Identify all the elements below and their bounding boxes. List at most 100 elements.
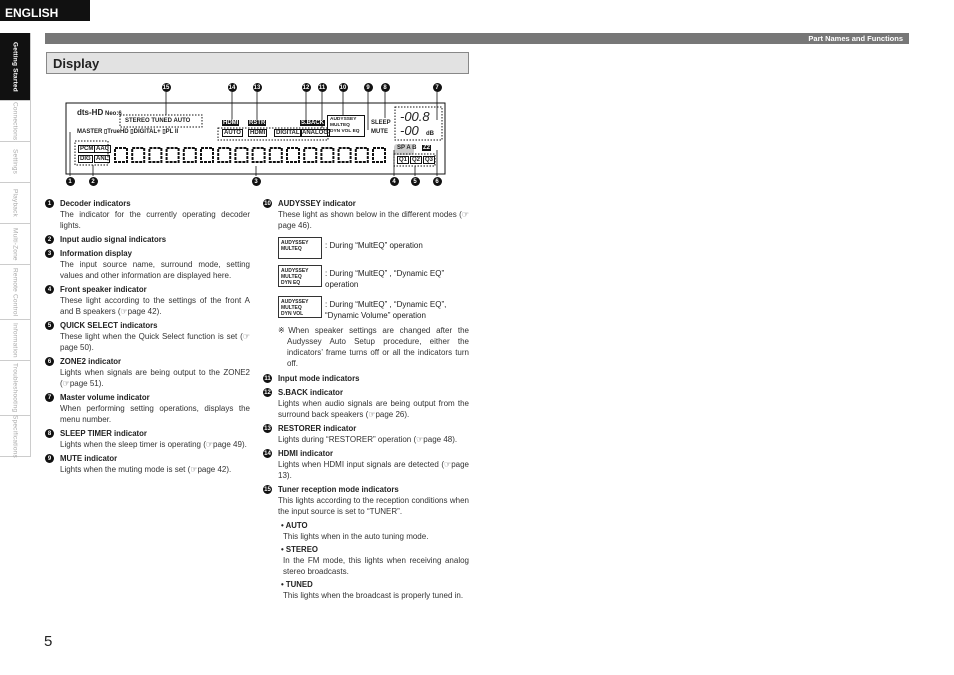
audyssey-mode: AUDYSSEY MULTEQ DYN VOL: During “MultEQ” ,… bbox=[278, 296, 469, 321]
indicator-decoders: MASTER ▯TrueHD ▯DIGITAL+ ▯PL II bbox=[77, 129, 179, 135]
item-title-text: Tuner reception mode indicators bbox=[278, 485, 399, 494]
indicator-dig: DIG bbox=[78, 155, 93, 163]
item-number: 7 bbox=[45, 393, 54, 402]
item-body: These light according to the settings of… bbox=[60, 296, 250, 316]
sidebar-tab-label: Remote Control bbox=[11, 267, 19, 317]
description-item: 6 ZONE2 indicator Lights when signals are … bbox=[45, 356, 250, 389]
item-title-text: Master volume indicator bbox=[60, 393, 150, 402]
callout-number: 13 bbox=[252, 83, 262, 92]
item-title: 11 Input mode indicators bbox=[263, 373, 469, 384]
item-body: This lights according to the reception c… bbox=[278, 496, 469, 516]
item-title-text: Input mode indicators bbox=[278, 374, 360, 383]
right-column: 10 AUDYSSEY indicator These light as shown… bbox=[263, 198, 469, 603]
item-number: 11 bbox=[263, 374, 272, 383]
segment-character bbox=[372, 147, 386, 163]
item-number: 5 bbox=[45, 321, 54, 330]
item-number: 10 bbox=[263, 199, 272, 208]
item-number: 12 bbox=[263, 388, 272, 397]
description-item: 8 SLEEP TIMER indicator Lights when the sl… bbox=[45, 428, 250, 450]
audyssey-mode-line: DYN VOL bbox=[281, 311, 304, 317]
sidebar-tab-label: Specifications bbox=[11, 414, 19, 458]
display-frame bbox=[65, 92, 446, 176]
item-title: 2 Input audio signal indicators bbox=[45, 234, 250, 245]
description-item: 10 AUDYSSEY indicator These light as shown… bbox=[263, 198, 469, 231]
callout-number: 7 bbox=[432, 83, 442, 92]
indicator-pcm: PCM bbox=[78, 145, 96, 153]
sidebar-tab[interactable]: Multi-Zone bbox=[0, 224, 31, 265]
item-number: 13 bbox=[263, 424, 272, 433]
callout-number: 9 bbox=[363, 83, 373, 92]
audyssey-mode: AUDYSSEY MULTEQ: During “MultEQ” operatio… bbox=[278, 237, 469, 259]
segment-character bbox=[165, 147, 180, 163]
sidebar-tab[interactable]: Remote Control bbox=[0, 265, 31, 320]
item-title-text: AUDYSSEY indicator bbox=[278, 199, 356, 208]
audyssey-mode-caption: : During “MultEQ” , “Dynamic EQ” operati… bbox=[325, 269, 445, 289]
indicator-dts: dts-HD bbox=[77, 108, 104, 117]
callout-number: 3 bbox=[251, 177, 261, 186]
item-title: 7 Master volume indicator bbox=[45, 392, 250, 403]
callout-number: 10 bbox=[338, 83, 348, 92]
callout-number: 4 bbox=[389, 177, 399, 186]
item-number: 9 bbox=[45, 454, 54, 463]
item-title-text: Input audio signal indicators bbox=[60, 235, 167, 244]
sidebar-tab[interactable]: Specifications bbox=[0, 414, 31, 458]
indicator-q2: Q2 bbox=[410, 156, 423, 164]
indicator-auto: AUTO bbox=[222, 129, 243, 137]
description-item: 9 MUTE indicator Lights when the muting mo… bbox=[45, 453, 250, 475]
audyssey-line: DYN VOL EQ bbox=[330, 129, 360, 134]
sidebar-tab-label: Multi-Zone bbox=[11, 227, 19, 261]
callout-number: 2 bbox=[88, 177, 98, 186]
sidebar-tab-label: Information bbox=[11, 322, 19, 358]
indicator-mute: MUTE bbox=[371, 129, 388, 135]
description-item: 13 RESTORER indicator Lights during “RESTO… bbox=[263, 423, 469, 445]
callout-number: 12 bbox=[301, 83, 311, 92]
indicator-sback: S.BACK bbox=[300, 120, 326, 126]
item-body: The input source name, surround mode, se… bbox=[60, 260, 250, 280]
item-number: 1 bbox=[45, 199, 54, 208]
callout-number: 8 bbox=[380, 83, 390, 92]
item-title: 6 ZONE2 indicator bbox=[45, 356, 250, 367]
callout-number: 15 bbox=[161, 83, 171, 92]
segment-character bbox=[200, 147, 214, 163]
indicator-q1: Q1 bbox=[397, 156, 410, 164]
description-item: 15 Tuner reception mode indicators This li… bbox=[263, 484, 469, 517]
indicator-hdmi: HDMI bbox=[248, 129, 268, 137]
item-title: 15 Tuner reception mode indicators bbox=[263, 484, 469, 495]
item-title-text: RESTORER indicator bbox=[278, 424, 357, 433]
callout-number: 11 bbox=[317, 83, 327, 92]
description-item: 2 Input audio signal indicators bbox=[45, 234, 250, 245]
segment-character bbox=[303, 147, 318, 163]
tuner-bullet-body: This lights when the broadcast is proper… bbox=[283, 591, 464, 600]
item-body: Lights when HDMI input signals are detec… bbox=[278, 460, 469, 480]
item-body: Lights when signals are being output to … bbox=[60, 368, 250, 388]
description-item: 1 Decoder indicators The indicator for the… bbox=[45, 198, 250, 231]
segment-character bbox=[286, 147, 300, 163]
item-title-text: ZONE2 indicator bbox=[60, 357, 122, 366]
sidebar-tab[interactable]: Troubleshooting bbox=[0, 361, 31, 416]
indicator-neo: Neo:6 bbox=[105, 111, 122, 117]
item-body: These light as shown below in the differ… bbox=[278, 210, 469, 230]
item-title: 4 Front speaker indicator bbox=[45, 284, 250, 295]
segment-character bbox=[114, 147, 128, 163]
item-title-text: S.BACK indicator bbox=[278, 388, 343, 397]
item-body: Lights when audio signals are being outp… bbox=[278, 399, 469, 419]
callout-number: 14 bbox=[227, 83, 237, 92]
audyssey-mode-box: AUDYSSEY MULTEQ bbox=[278, 237, 322, 259]
sidebar-tab-label: Troubleshooting bbox=[11, 363, 19, 413]
item-title-text: MUTE indicator bbox=[60, 454, 118, 463]
item-body: Lights during “RESTORER” operation (☞pag… bbox=[278, 435, 458, 444]
tuner-bullet-title: • TUNED bbox=[281, 580, 313, 589]
audyssey-indicator-box: AUDYSSEY MULTEQ DYN VOL EQ bbox=[327, 115, 365, 137]
callout-number: 6 bbox=[432, 177, 442, 186]
item-body: Lights when the muting mode is set (☞pag… bbox=[60, 465, 232, 474]
item-title: 13 RESTORER indicator bbox=[263, 423, 469, 434]
sidebar-tab[interactable]: Information bbox=[0, 320, 31, 361]
tuner-bullet-body: This lights when in the auto tuning mode… bbox=[283, 532, 429, 541]
segment-character bbox=[131, 147, 146, 163]
item-title: 10 AUDYSSEY indicator bbox=[263, 198, 469, 209]
indicator-anl: ANL bbox=[94, 155, 111, 163]
item-body: The indicator for the currently operatin… bbox=[60, 210, 250, 230]
indicator-db: dB bbox=[426, 131, 434, 137]
audyssey-note: ※When speaker settings are changed after… bbox=[278, 326, 469, 368]
description-item: 11 Input mode indicators bbox=[263, 373, 469, 384]
